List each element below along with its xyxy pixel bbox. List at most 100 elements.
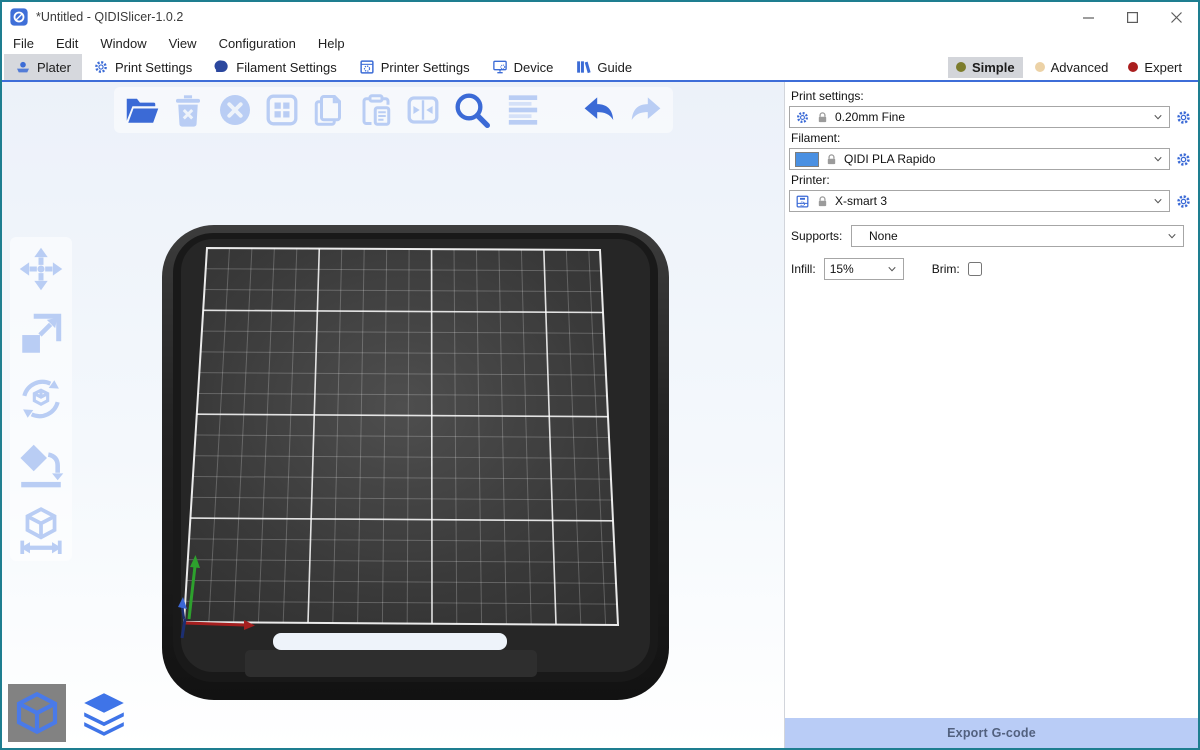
open-folder-icon[interactable] [123, 92, 159, 128]
chevron-down-icon [1166, 230, 1178, 242]
printer-select[interactable]: X-smart 3 [789, 190, 1170, 212]
tab-bar: Plater Print Settings Filament Settings … [2, 54, 1198, 82]
scale-icon[interactable] [16, 309, 66, 359]
gear-icon [93, 59, 109, 75]
settings-sidebar: Print settings: 0.20mm Fine Filament: [784, 82, 1198, 748]
export-gcode-button[interactable]: Export G-code [785, 718, 1198, 748]
chevron-down-icon [1152, 111, 1164, 123]
place-on-face-icon[interactable] [16, 439, 66, 489]
mode-expert-label: Expert [1144, 60, 1182, 75]
preview-view-button[interactable] [77, 688, 131, 738]
tab-device-label: Device [514, 60, 554, 75]
mode-advanced-label: Advanced [1051, 60, 1109, 75]
close-button[interactable] [1154, 2, 1198, 32]
printer-label: Printer: [791, 173, 1192, 187]
arrange-icon[interactable] [264, 92, 300, 128]
3d-view-button[interactable] [8, 684, 66, 742]
printer-icon [795, 194, 810, 209]
advanced-mode-dot [1035, 62, 1045, 72]
layers-stack-icon [77, 688, 131, 738]
window-title: *Untitled - QIDISlicer-1.0.2 [36, 10, 183, 24]
undo-icon[interactable] [581, 92, 617, 128]
menu-item-help[interactable]: Help [307, 36, 356, 51]
app-logo-icon [10, 8, 28, 26]
device-icon [492, 59, 508, 75]
measure-icon[interactable] [16, 504, 66, 554]
print-settings-gear-button[interactable] [1175, 109, 1192, 126]
filament-color-swatch [795, 152, 819, 167]
supports-label: Supports: [791, 229, 849, 243]
tab-filament-settings[interactable]: Filament Settings [203, 54, 347, 80]
filament-gear-button[interactable] [1175, 151, 1192, 168]
filament-icon [214, 59, 230, 75]
menu-item-configuration[interactable]: Configuration [208, 36, 307, 51]
viewport-3d [2, 82, 784, 748]
filament-value: QIDI PLA Rapido [844, 152, 1146, 166]
tab-print-settings-label: Print Settings [115, 60, 192, 75]
printer-value: X-smart 3 [835, 194, 1146, 208]
window-controls [1066, 2, 1198, 32]
menu-bar: File Edit Window View Configuration Help [2, 32, 1198, 54]
copy-icon[interactable] [311, 92, 347, 128]
print-settings-label: Print settings: [791, 89, 1192, 103]
redo-icon[interactable] [628, 92, 664, 128]
print-bed[interactable] [2, 82, 784, 748]
top-toolbar [114, 87, 673, 133]
menu-item-file[interactable]: File [2, 36, 45, 51]
rotate-icon[interactable] [16, 374, 66, 424]
filament-select[interactable]: QIDI PLA Rapido [789, 148, 1170, 170]
tab-guide-label: Guide [597, 60, 632, 75]
layer-lines-icon[interactable] [503, 90, 543, 130]
tab-plater-label: Plater [37, 60, 71, 75]
mode-simple[interactable]: Simple [948, 57, 1023, 78]
menu-item-edit[interactable]: Edit [45, 36, 89, 51]
mode-simple-label: Simple [972, 60, 1015, 75]
delete-all-icon[interactable] [217, 92, 253, 128]
tab-printer-settings[interactable]: Printer Settings [348, 54, 481, 80]
search-icon[interactable] [452, 90, 492, 130]
brim-label: Brim: [932, 262, 960, 276]
maximize-button[interactable] [1110, 2, 1154, 32]
filament-label: Filament: [791, 131, 1192, 145]
print-settings-select[interactable]: 0.20mm Fine [789, 106, 1170, 128]
supports-value: None [857, 229, 1160, 243]
plater-icon [15, 59, 31, 75]
chevron-down-icon [1152, 153, 1164, 165]
title-bar: *Untitled - QIDISlicer-1.0.2 [2, 2, 1198, 32]
view-toggle [8, 684, 131, 742]
menu-item-view[interactable]: View [158, 36, 208, 51]
tab-guide[interactable]: Guide [564, 54, 643, 80]
print-settings-value: 0.20mm Fine [835, 110, 1146, 124]
tab-device[interactable]: Device [481, 54, 565, 80]
trash-icon[interactable] [170, 92, 206, 128]
mode-advanced[interactable]: Advanced [1027, 57, 1117, 78]
menu-item-window[interactable]: Window [89, 36, 157, 51]
printer-icon [359, 59, 375, 75]
toolbar-separator [554, 109, 570, 111]
gear-icon [795, 110, 810, 125]
tab-print-settings[interactable]: Print Settings [82, 54, 203, 80]
main-area: Print settings: 0.20mm Fine Filament: [2, 82, 1198, 748]
minimize-button[interactable] [1066, 2, 1110, 32]
brim-checkbox[interactable] [968, 262, 982, 276]
app-window: *Untitled - QIDISlicer-1.0.2 File Edit W… [0, 0, 1200, 750]
simple-mode-dot [956, 62, 966, 72]
guide-icon [575, 59, 591, 75]
split-icon[interactable] [405, 92, 441, 128]
chevron-down-icon [886, 263, 898, 275]
printer-gear-button[interactable] [1175, 193, 1192, 210]
paste-icon[interactable] [358, 92, 394, 128]
left-toolbar [10, 237, 72, 561]
mode-expert[interactable]: Expert [1120, 57, 1190, 78]
tab-filament-settings-label: Filament Settings [236, 60, 336, 75]
cube-icon [13, 689, 61, 737]
infill-value: 15% [830, 262, 880, 276]
supports-select[interactable]: None [851, 225, 1184, 247]
tab-printer-settings-label: Printer Settings [381, 60, 470, 75]
lock-icon [816, 111, 829, 124]
move-icon[interactable] [16, 244, 66, 294]
lock-icon [816, 195, 829, 208]
chevron-down-icon [1152, 195, 1164, 207]
tab-plater[interactable]: Plater [4, 54, 82, 80]
infill-select[interactable]: 15% [824, 258, 904, 280]
